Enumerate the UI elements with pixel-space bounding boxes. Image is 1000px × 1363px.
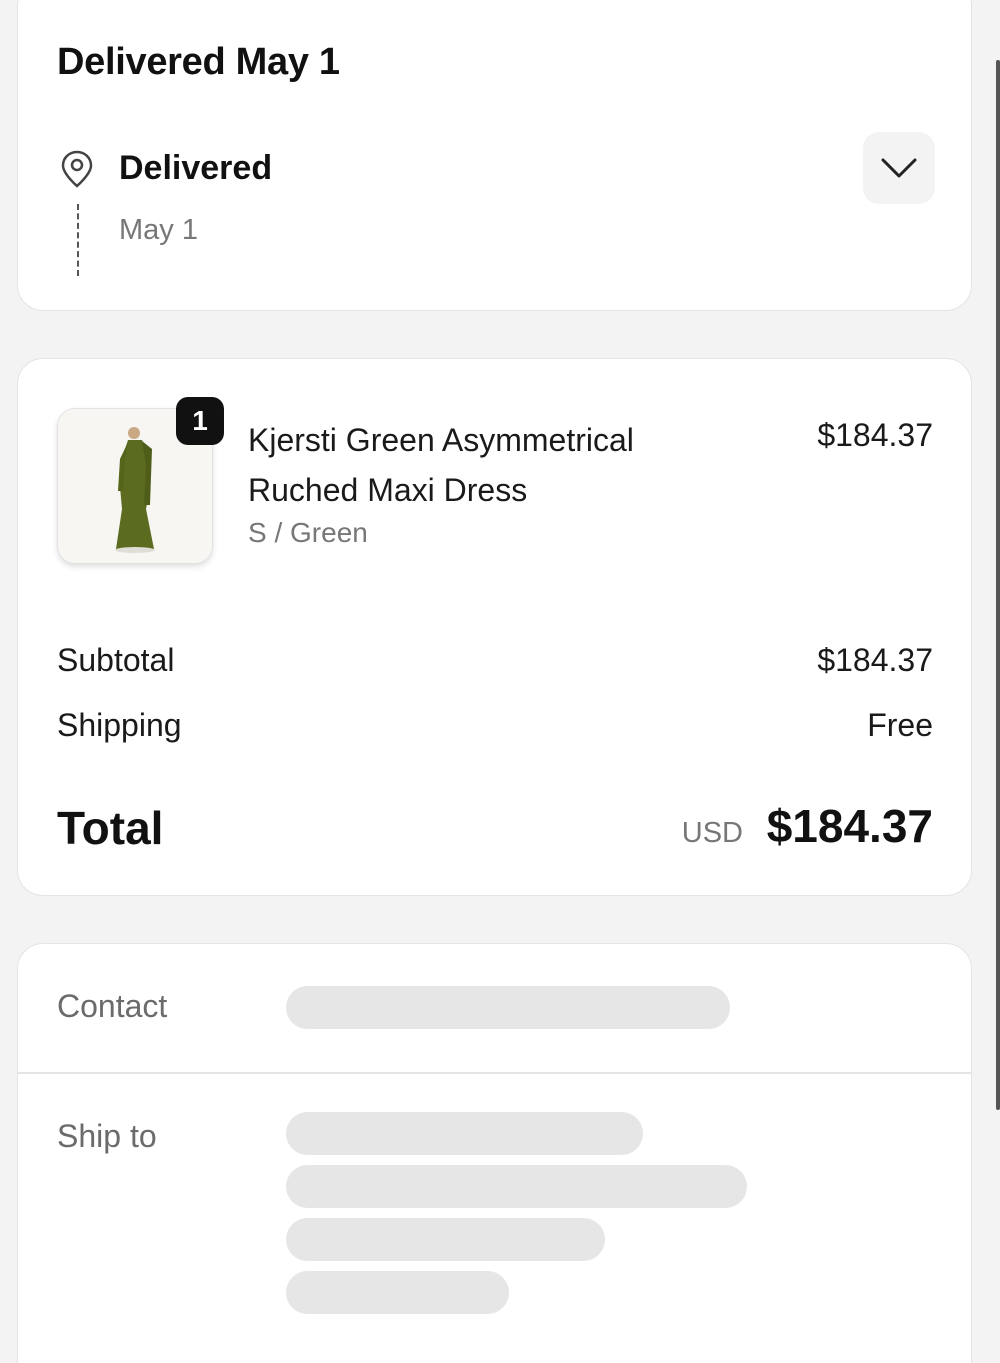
- ship-to-label: Ship to: [57, 1118, 157, 1154]
- address-line-placeholder: [286, 1112, 643, 1155]
- order-summary-card: 1 Kjersti Green Asymmetrical Ruched Maxi…: [17, 358, 972, 896]
- address-line-placeholder: [286, 1271, 509, 1314]
- address-line-placeholder: [286, 1218, 605, 1261]
- quantity-badge: 1: [176, 397, 224, 445]
- status-name: Delivered: [119, 149, 273, 187]
- product-name[interactable]: Kjersti Green Asymmetrical Ruched Maxi D…: [248, 415, 708, 515]
- currency-code: USD: [681, 817, 743, 849]
- section-divider: [18, 1072, 971, 1074]
- status-date: May 1: [119, 214, 198, 246]
- chevron-down-icon: [881, 158, 917, 178]
- contact-label: Contact: [57, 988, 168, 1024]
- shipping-label: Shipping: [57, 707, 182, 743]
- expand-tracking-button[interactable]: [863, 132, 935, 204]
- customer-info-card: Contact Ship to: [17, 943, 972, 1363]
- total-label: Total: [57, 802, 164, 854]
- subtotal-label: Subtotal: [57, 642, 175, 678]
- subtotal-value: $184.37: [817, 642, 933, 678]
- total-value: $184.37: [766, 800, 933, 852]
- timeline-connector: [77, 204, 79, 276]
- product-variant: S / Green: [248, 517, 368, 548]
- product-price: $184.37: [817, 417, 933, 453]
- address-line-placeholder: [286, 1165, 747, 1208]
- map-pin-icon: [61, 150, 93, 188]
- delivery-title: Delivered May 1: [57, 41, 340, 83]
- contact-placeholder: [286, 986, 730, 1029]
- shipping-value: Free: [867, 707, 933, 743]
- delivery-status-card: Delivered May 1 Delivered May 1: [17, 0, 972, 311]
- scrollbar[interactable]: [996, 60, 1000, 1110]
